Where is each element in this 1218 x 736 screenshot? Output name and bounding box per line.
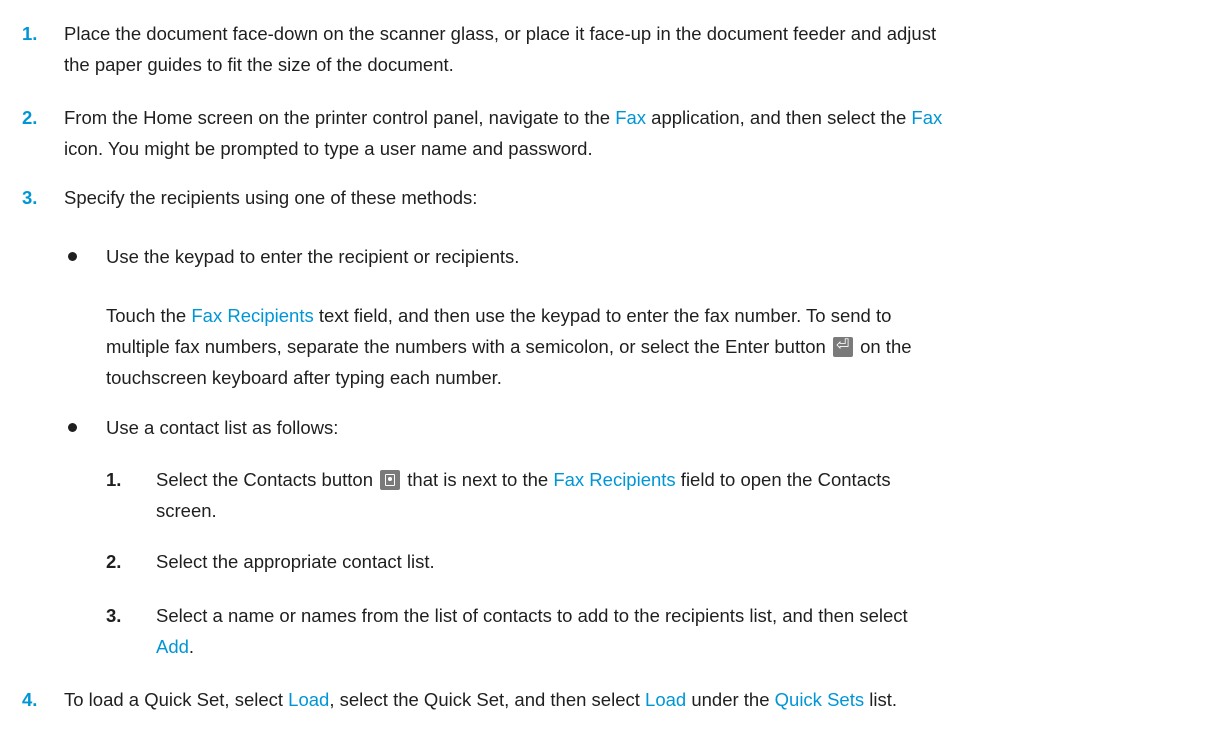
substep-1: Select the Contacts button that is next …	[156, 469, 891, 521]
bullet-text: Use the keypad to enter the recipient or…	[106, 246, 520, 267]
substep-number: 2.	[106, 551, 122, 572]
bullet-text: Use a contact list as follows:	[106, 417, 339, 438]
add-label: Add	[156, 636, 189, 657]
document: 1. Place the document face-down on the s…	[0, 0, 1218, 736]
bullet-icon	[68, 423, 77, 432]
step-number: 2.	[22, 107, 38, 128]
load-label: Load	[645, 689, 687, 710]
substep-2: Select the appropriate contact list.	[156, 551, 435, 572]
step-text: the paper guides to fit the size of the …	[64, 54, 454, 75]
fax-icon-label: Fax	[911, 107, 943, 128]
fax-app-label: Fax	[615, 107, 647, 128]
fax-recipients-label: Fax Recipients	[553, 469, 676, 490]
bullet-icon	[68, 252, 77, 261]
fax-recipients-label: Fax Recipients	[191, 305, 314, 326]
step-text: Specify the recipients using one of thes…	[64, 187, 478, 208]
substep-3: Select a name or names from the list of …	[156, 605, 908, 657]
load-label: Load	[288, 689, 330, 710]
step-text: application, and then select the	[646, 107, 912, 128]
step-number: 4.	[22, 689, 38, 710]
quick-sets-label: Quick Sets	[774, 689, 865, 710]
enter-icon: ⏎	[832, 337, 853, 357]
contacts-icon	[380, 470, 401, 490]
substep-number: 3.	[106, 605, 122, 626]
substep-number: 1.	[106, 469, 122, 490]
step-number: 3.	[22, 187, 38, 208]
step-number: 1.	[22, 23, 38, 44]
step-text: Place the document face-down on the scan…	[64, 23, 937, 44]
step-text: From the Home screen on the printer cont…	[64, 107, 616, 128]
keypad-paragraph: Touch the Fax Recipients text field, and…	[106, 305, 912, 388]
step-text: icon. You might be prompted to type a us…	[64, 138, 593, 159]
